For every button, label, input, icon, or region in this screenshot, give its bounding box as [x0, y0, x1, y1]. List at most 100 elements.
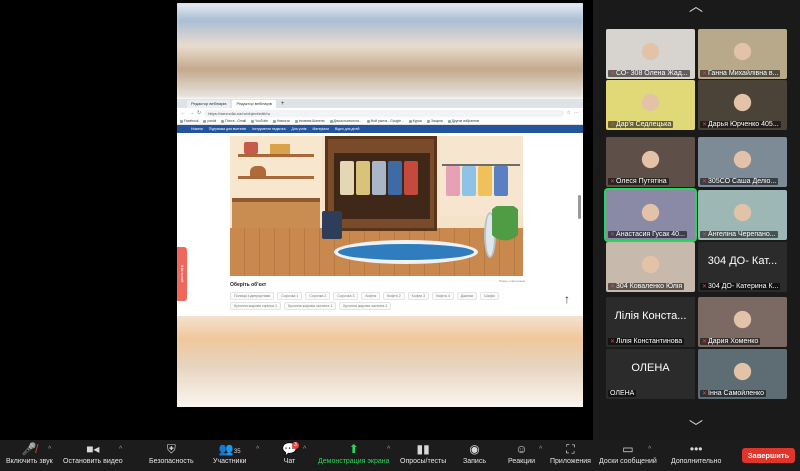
blouse-yellow[interactable]	[478, 166, 492, 196]
site-nav-item[interactable]: Новини	[191, 127, 203, 131]
participant-tile[interactable]: ✕ Дария Хоменко	[698, 297, 787, 347]
participant-tile[interactable]: ✕ Анастасия Гусак 40...	[606, 190, 695, 240]
bookmark-item[interactable]: Другие избранное	[447, 119, 479, 123]
bookmark-item[interactable]: Facebook	[180, 119, 198, 123]
browser-window: Редактор вебінарів Редактор вебінарів + …	[177, 99, 583, 316]
site-nav-item[interactable]: Для учнів	[292, 127, 307, 131]
share-screen-button[interactable]: ⬆ Демонстрация экрана	[318, 442, 390, 470]
scroll-up-arrow-icon[interactable]: ↑	[564, 292, 570, 306]
bookmark-item[interactable]: Новости	[272, 119, 290, 123]
desk[interactable]	[232, 198, 320, 232]
gallery-scroll-down-icon[interactable]: ﹀	[686, 420, 706, 434]
unmute-button[interactable]: 🎤̸ Включить звук	[6, 442, 53, 470]
bookmark-item[interactable]: Дочка психолога...	[329, 119, 362, 123]
participant-tile[interactable]: ✕ Інна Самойленко	[698, 349, 787, 399]
participants-options-caret-icon[interactable]: ^	[256, 446, 259, 453]
blouse-navy[interactable]	[494, 166, 508, 196]
blouse-pink[interactable]	[446, 166, 460, 196]
object-chip[interactable]: Джинси	[456, 292, 478, 300]
site-nav-item[interactable]: Матеріали	[313, 127, 329, 131]
security-button[interactable]: ⛨ Безопасность	[149, 442, 194, 470]
stop-video-button[interactable]: ■◂ Остановить видео	[63, 442, 123, 470]
bookmark-item[interactable]: Мой рынок - Google...	[366, 119, 404, 123]
object-chip[interactable]: Кухонна жарова тарілка 1	[230, 302, 282, 310]
site-nav-item[interactable]: Інструменти педагога	[252, 127, 286, 131]
participant-tile[interactable]: ОЛЕНА ОЛЕНА	[606, 349, 695, 399]
bookmark-item[interactable]: postol	[203, 119, 216, 123]
bookmark-item[interactable]: Защита	[427, 119, 443, 123]
bookmark-item[interactable]: YouTube	[251, 119, 268, 123]
participant-name-label: ✕ Дария Хоменко	[700, 338, 761, 345]
object-chip[interactable]: Кухонна жарова частина 2	[339, 302, 392, 310]
participant-tile[interactable]: ✕ Дарья Юрченко 405...	[698, 80, 787, 130]
object-chip[interactable]: Кофта 2	[383, 292, 405, 300]
object-chip[interactable]: Кофта 3	[407, 292, 430, 300]
bookmark-label: Почта - Gmail	[225, 119, 246, 123]
share-screen-icon: ⬆	[348, 442, 359, 456]
object-chip[interactable]: Полиця з дверцятами	[230, 292, 275, 300]
participant-tile[interactable]: ✕ Ганна Михайлівна в...	[698, 29, 787, 79]
jeans[interactable]	[388, 161, 402, 195]
side-tab[interactable]: Шкільний	[177, 247, 187, 301]
more-button[interactable]: ••• Дополнительно	[671, 442, 721, 470]
plant[interactable]	[492, 206, 518, 260]
box-icon[interactable]	[270, 144, 290, 154]
participant-tile[interactable]: 304 ДО- Кат... ✕ 304 ДО- Катерина К...	[698, 242, 787, 292]
bag-icon[interactable]	[244, 142, 258, 154]
browser-tab-2[interactable]: Редактор вебінарів	[232, 100, 276, 108]
shirt-2[interactable]	[356, 161, 370, 195]
menu-icon[interactable]: ⋯	[574, 110, 579, 116]
chat-options-caret-icon[interactable]: ^	[303, 446, 306, 453]
object-chip[interactable]: Сорочка 3	[333, 292, 359, 300]
hat-icon[interactable]	[250, 166, 266, 176]
sweater[interactable]	[404, 161, 418, 195]
participants-button[interactable]: 👥35 Участники	[213, 442, 246, 470]
reactions-button[interactable]: ☺ Реакции	[508, 442, 535, 470]
site-nav-item[interactable]: Підтримка для вчителів	[209, 127, 246, 131]
browser-tab-1[interactable]: Редактор вебінарів	[187, 100, 231, 108]
polls-button[interactable]: ▮▮ Опросы/тесты	[400, 442, 446, 470]
participant-tile[interactable]: Лілія Конста... ✕ Лілія Константинова	[606, 297, 695, 347]
record-button[interactable]: ◉ Запись	[463, 442, 486, 470]
shirt-3[interactable]	[372, 161, 386, 195]
object-chip[interactable]: Кофта 4	[432, 292, 454, 300]
forward-icon[interactable]: →	[189, 110, 194, 116]
bookmark-icon	[180, 119, 183, 123]
back-icon[interactable]: ←	[181, 110, 186, 116]
suitcase[interactable]	[322, 211, 342, 239]
whiteboards-options-caret-icon[interactable]: ^	[648, 446, 651, 453]
bookmark-item[interactable]: Іноземні Шинели	[294, 119, 325, 123]
bookmark-item[interactable]: Курсы	[408, 119, 422, 123]
url-field[interactable]: https://wezoolla.ua/ru/object/edit/ru	[204, 109, 564, 117]
share-options-caret-icon[interactable]: ^	[387, 446, 390, 453]
participant-tile[interactable]: ✕ 305СО Саша Деліо...	[698, 137, 787, 187]
star-icon[interactable]: ☆	[567, 110, 571, 116]
page-scrollbar[interactable]	[578, 195, 581, 219]
participant-tile[interactable]: ✕ Ангеліна Черепано...	[698, 190, 787, 240]
site-nav-item[interactable]: Відео для дітей	[335, 127, 359, 131]
participant-tile[interactable]: ✕ 304 Коваленко Юлія	[606, 242, 695, 292]
rug[interactable]	[334, 240, 478, 264]
people-icon: 👥35	[218, 442, 241, 456]
wardrobe-illustration[interactable]	[230, 136, 523, 276]
audio-options-caret-icon[interactable]: ^	[48, 446, 51, 453]
shirt-1[interactable]	[340, 161, 354, 195]
gallery-scroll-up-icon[interactable]: ︿	[686, 0, 706, 13]
participant-tile[interactable]: ✕ Олеся Путятіна	[606, 137, 695, 187]
object-chip[interactable]: Шафа	[480, 292, 499, 300]
object-chip[interactable]: Кухонна жарова частина 1	[284, 302, 337, 310]
bookmark-item[interactable]: Почта - Gmail	[221, 119, 246, 123]
reload-icon[interactable]: ↻	[197, 110, 201, 116]
blouse-blue[interactable]	[462, 166, 476, 196]
new-tab-button[interactable]: +	[278, 101, 288, 108]
clothes-rack[interactable]	[440, 136, 523, 216]
participant-tile[interactable]: ✕ СО- 308 Олена Жад...	[606, 29, 695, 79]
object-chip[interactable]: Сорочка 1	[277, 292, 303, 300]
video-options-caret-icon[interactable]: ^	[119, 446, 122, 453]
reactions-options-caret-icon[interactable]: ^	[539, 446, 542, 453]
participant-tile[interactable]: ✕ Дар'я Седлецька	[606, 80, 695, 130]
end-meeting-button[interactable]: Завершить	[742, 448, 795, 463]
object-chip[interactable]: Кофта	[361, 292, 381, 300]
object-chip[interactable]: Сорочка 2	[305, 292, 331, 300]
apps-button[interactable]: ⛶ Приложения	[550, 442, 591, 470]
